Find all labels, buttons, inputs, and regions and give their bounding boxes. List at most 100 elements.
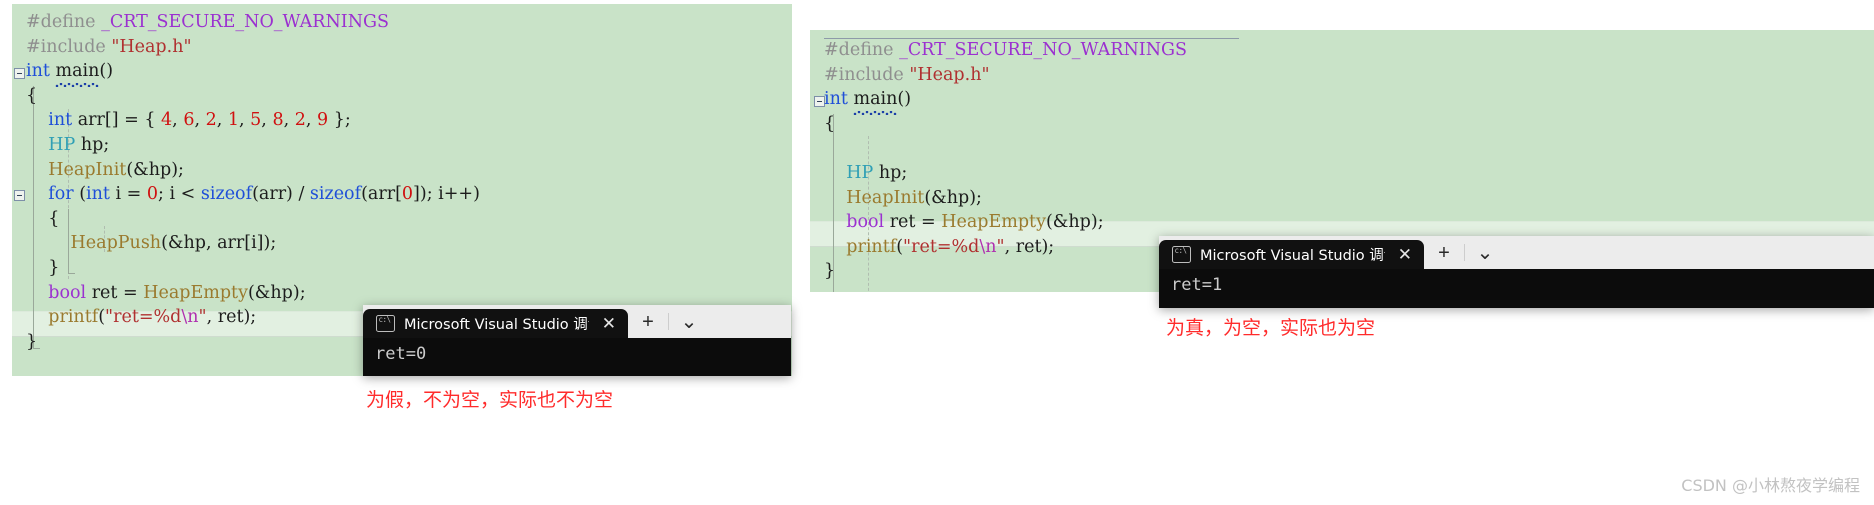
code-token: , [261,110,273,131]
left-terminal[interactable]: Microsoft Visual Studio 调试控 ✕ + ⌄ ret=0 [363,305,791,376]
code-token: \n [181,307,199,328]
code-token: _CRT_SECURE_NO_WARNINGS [899,40,1187,60]
code-token: (&hp, arr[i]); [161,233,277,254]
left-terminal-tab-bar[interactable]: Microsoft Visual Studio 调试控 ✕ + ⌄ [363,305,791,338]
code-token: int [824,89,854,110]
code-token: sizeof [200,184,253,205]
right-terminal-output: ret=1 [1171,275,1223,295]
code-token: printf [48,307,99,328]
code-token: 0 [146,184,159,205]
code-token: () [99,61,114,82]
code-token: \n [979,236,997,257]
code-token: (&hp); [126,159,184,180]
code-line: for (int i = 0; i < sizeof(arr) / sizeof… [26,182,480,207]
code-token: HeapInit [846,187,925,208]
chevron-down-icon[interactable]: ⌄ [1465,236,1505,269]
code-token: hp; [75,134,110,155]
new-tab-button[interactable]: + [1424,236,1464,269]
code-token: }; [328,110,351,131]
code-token: i = [115,184,147,205]
code-token: (&hp); [247,282,306,303]
code-token: , ret); [1004,236,1055,257]
right-code-text[interactable]: #define _CRT_SECURE_NO_WARNINGS #include … [824,38,1187,284]
code-token: " [996,236,1005,257]
code-line: #define _CRT_SECURE_NO_WARNINGS [26,10,480,35]
code-token: for [26,184,80,205]
code-token: HP [846,162,874,183]
code-token: int [26,61,56,82]
code-token: 0 [401,184,414,205]
code-line: { [824,112,1187,137]
code-line: HeapPush(&hp, arr[i]); [26,231,480,256]
screenshot-root: #define _CRT_SECURE_NO_WARNINGS #include … [0,0,1874,505]
code-token: ; i < [158,184,201,205]
code-token: HeapInit [48,159,127,180]
left-code-text[interactable]: #define _CRT_SECURE_NO_WARNINGS #include … [26,10,480,354]
code-token: { [26,208,60,229]
code-token: 9 [317,110,329,131]
right-terminal[interactable]: Microsoft Visual Studio 调试控 ✕ + ⌄ ret=1 [1159,236,1874,308]
code-line: printf("ret=%d\n", ret); [824,235,1187,260]
chevron-down-icon[interactable]: ⌄ [669,305,709,338]
code-token: 1 [227,110,240,131]
code-token: 2 [294,110,306,131]
left-terminal-tab-title: Microsoft Visual Studio 调试控 [404,317,589,333]
right-terminal-tab-bar[interactable]: Microsoft Visual Studio 调试控 ✕ + ⌄ [1159,236,1874,269]
code-token: #include [824,64,910,85]
code-token: hp; [873,162,908,183]
code-token: } [824,261,836,282]
code-line: } [824,259,1187,284]
fold-toggle-main-left[interactable] [14,68,25,79]
code-token: "ret=%d [105,307,182,328]
code-line: int main() [824,87,1187,115]
code-line: int main() [26,59,480,87]
code-token: ret = [889,212,942,233]
code-token: arr[] = { [77,110,162,131]
left-annotation: 为假，不为空，实际也不为空 [366,389,614,411]
code-token: () [897,89,912,110]
code-token: printf [846,236,897,257]
code-token: ret = [91,282,144,303]
code-token: ( [79,184,87,205]
code-token-squiggled: main [55,59,99,87]
right-terminal-tab-title: Microsoft Visual Studio 调试控 [1200,248,1385,264]
new-tab-button[interactable]: + [628,305,668,338]
code-line: } [26,256,480,281]
code-token: , [283,110,295,131]
code-line: bool ret = HeapEmpty(&hp); [26,281,480,306]
code-line: #include "Heap.h" [824,63,1187,88]
code-token: , [305,110,317,131]
right-terminal-tab[interactable]: Microsoft Visual Studio 调试控 ✕ [1159,240,1424,269]
code-token: , [194,110,206,131]
left-terminal-output: ret=0 [375,344,427,364]
code-token: 6 [183,110,195,131]
code-token: #define [26,12,102,32]
code-token: 4 [161,110,173,131]
code-token: (&hp); [924,187,982,208]
code-line: #define _CRT_SECURE_NO_WARNINGS [824,38,1187,63]
code-token: 5 [250,110,262,131]
code-line: HP hp; [26,133,480,158]
code-token: HP [48,134,76,155]
code-line: #include "Heap.h" [26,35,480,60]
left-terminal-tab[interactable]: Microsoft Visual Studio 调试控 ✕ [363,309,628,338]
fold-toggle-for-left[interactable] [14,190,25,201]
code-line: int arr[] = { 4, 6, 2, 1, 5, 8, 2, 9 }; [26,108,480,133]
code-token: HeapEmpty [941,212,1046,233]
code-token: (arr) / [252,184,310,205]
csdn-watermark: CSDN @小林熬夜学编程 [1681,476,1860,495]
code-token: , ret); [206,307,257,328]
close-icon[interactable]: ✕ [1394,246,1412,263]
code-token: int [86,184,116,205]
code-token: " [198,307,207,328]
close-icon[interactable]: ✕ [598,315,616,332]
code-token: { [824,113,836,134]
code-line: HeapInit(&hp); [26,158,480,183]
right-annotation: 为真，为空，实际也为空 [1166,317,1376,339]
code-line: bool ret = HeapEmpty(&hp); [824,210,1187,235]
